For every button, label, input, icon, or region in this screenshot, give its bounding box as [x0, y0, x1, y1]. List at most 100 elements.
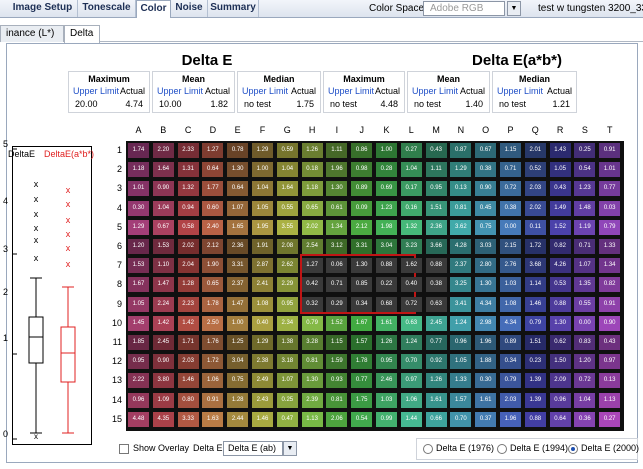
grid-cell[interactable]: 3.12 — [326, 239, 348, 254]
grid-cell[interactable]: 2.45 — [425, 315, 447, 331]
grid-cell[interactable]: 1.72 — [202, 354, 224, 370]
grid-cell[interactable]: 1.51 — [524, 335, 546, 350]
grid-cell[interactable]: 0.62 — [549, 335, 571, 350]
grid-cell[interactable]: 1.67 — [351, 315, 373, 331]
chevron-down-icon[interactable]: ▼ — [283, 441, 297, 456]
grid-cell[interactable]: 1.52 — [326, 315, 348, 331]
grid-cell[interactable]: 0.88 — [425, 258, 447, 274]
grid-cell[interactable]: 0.95 — [425, 181, 447, 197]
grid-cell[interactable]: 0.80 — [177, 392, 199, 408]
grid-cell[interactable]: 1.29 — [450, 162, 472, 178]
grid-cell[interactable]: 2.41 — [252, 277, 273, 293]
grid-cell[interactable]: 0.43 — [425, 143, 447, 158]
grid-cell[interactable]: 1.05 — [549, 162, 571, 178]
grid-cell[interactable]: 1.14 — [524, 277, 546, 293]
grid-cell[interactable]: 1.04 — [574, 392, 596, 408]
grid-cell[interactable]: 1.04 — [400, 162, 422, 178]
grid-cell[interactable]: 0.38 — [475, 162, 497, 178]
grid-cell[interactable]: 0.79 — [599, 219, 621, 235]
grid-cell[interactable]: 0.82 — [599, 277, 621, 293]
grid-cell[interactable]: 0.95 — [376, 354, 397, 370]
grid-cell[interactable]: 1.05 — [450, 354, 472, 370]
grid-cell[interactable]: 1.63 — [202, 411, 224, 427]
grid-cell[interactable]: 1.28 — [227, 392, 249, 408]
grid-cell[interactable]: 2.40 — [202, 219, 224, 235]
grid-cell[interactable]: 3.23 — [400, 239, 422, 254]
grid-cell[interactable]: 1.04 — [152, 200, 174, 216]
radio-0[interactable] — [423, 444, 433, 454]
grid-cell[interactable]: 1.15 — [500, 143, 521, 158]
grid-cell[interactable]: 0.91 — [599, 296, 621, 312]
grid-cell[interactable]: 3.03 — [475, 239, 497, 254]
grid-cell[interactable]: 1.53 — [152, 239, 174, 254]
grid-cell[interactable]: 1.05 — [252, 200, 273, 216]
grid-cell[interactable]: 1.26 — [425, 373, 447, 389]
grid-cell[interactable]: 0.61 — [326, 200, 348, 216]
grid-cell[interactable]: 1.64 — [276, 181, 298, 197]
grid-cell[interactable]: 1.19 — [574, 219, 596, 235]
grid-cell[interactable]: 0.88 — [549, 296, 571, 312]
grid-cell[interactable]: 0.97 — [400, 373, 422, 389]
grid-cell[interactable]: 4.48 — [128, 411, 149, 427]
grid-cell[interactable]: 2.09 — [549, 373, 571, 389]
grid-cell[interactable]: 0.86 — [351, 143, 373, 158]
grid-cell[interactable]: 1.30 — [351, 258, 373, 274]
grid-cell[interactable]: 0.71 — [326, 277, 348, 293]
grid-cell[interactable]: 1.61 — [376, 315, 397, 331]
grid-cell[interactable]: 1.01 — [599, 162, 621, 178]
grid-cell[interactable]: 0.97 — [599, 354, 621, 370]
grid-cell[interactable]: 1.96 — [475, 335, 497, 350]
grid-cell[interactable]: 1.25 — [227, 335, 249, 350]
grid-cell[interactable]: 1.96 — [326, 162, 348, 178]
grid-cell[interactable]: 0.03 — [599, 200, 621, 216]
grid-cell[interactable]: 2.20 — [152, 143, 174, 158]
grid-cell[interactable]: 1.33 — [450, 373, 472, 389]
grid-cell[interactable]: 1.74 — [128, 143, 149, 158]
grid-cell[interactable]: 1.39 — [524, 392, 546, 408]
radio-1[interactable] — [497, 444, 507, 454]
grid-cell[interactable]: 3.31 — [351, 239, 373, 254]
grid-cell[interactable]: 0.85 — [351, 277, 373, 293]
grid-cell[interactable]: 1.06 — [202, 373, 224, 389]
grid-cell[interactable]: 1.28 — [177, 277, 199, 293]
grid-cell[interactable]: 0.91 — [202, 392, 224, 408]
grid-cell[interactable]: 0.82 — [549, 239, 571, 254]
grid-cell[interactable]: 1.96 — [500, 411, 521, 427]
grid-cell[interactable]: 1.46 — [524, 296, 546, 312]
grid-cell[interactable]: 0.90 — [475, 181, 497, 197]
grid-cell[interactable]: 1.75 — [351, 392, 373, 408]
grid-cell[interactable]: 1.10 — [152, 258, 174, 274]
grid-cell[interactable]: 1.09 — [152, 392, 174, 408]
grid-cell[interactable]: 2.02 — [524, 200, 546, 216]
grid-cell[interactable]: 1.51 — [425, 200, 447, 216]
grid-cell[interactable]: 1.01 — [128, 181, 149, 197]
grid-cell[interactable]: 2.22 — [128, 373, 149, 389]
grid-cell[interactable]: 3.68 — [524, 258, 546, 274]
subtab-0[interactable]: inance (L*) — [0, 25, 64, 42]
show-overlay-checkbox[interactable] — [119, 444, 129, 454]
grid-cell[interactable]: 1.43 — [549, 143, 571, 158]
grid-cell[interactable]: 3.66 — [425, 239, 447, 254]
grid-cell[interactable]: 0.28 — [376, 162, 397, 178]
grid-cell[interactable]: 0.70 — [400, 354, 422, 370]
radio-2[interactable] — [568, 444, 578, 454]
grid-cell[interactable]: 1.08 — [500, 296, 521, 312]
grid-cell[interactable]: 2.54 — [301, 239, 323, 254]
grid-cell[interactable]: 0.69 — [376, 181, 397, 197]
grid-cell[interactable]: 2.01 — [524, 143, 546, 158]
grid-cell[interactable]: 1.88 — [475, 354, 497, 370]
grid-cell[interactable]: 0.79 — [524, 315, 546, 331]
grid-cell[interactable]: 0.96 — [450, 335, 472, 350]
grid-cell[interactable]: 1.46 — [252, 411, 273, 427]
grid-cell[interactable]: 1.30 — [475, 277, 497, 293]
grid-cell[interactable]: 3.80 — [152, 373, 174, 389]
grid-cell[interactable]: 0.13 — [450, 181, 472, 197]
grid-cell[interactable]: 0.79 — [500, 373, 521, 389]
grid-cell[interactable]: 1.27 — [301, 258, 323, 274]
grid-cell[interactable]: 2.02 — [301, 219, 323, 235]
subtab-1[interactable]: Delta E — [64, 25, 100, 55]
grid-cell[interactable]: 1.50 — [549, 354, 571, 370]
grid-cell[interactable]: 0.79 — [301, 315, 323, 331]
color-space-select[interactable]: Adobe RGB — [423, 1, 505, 16]
grid-cell[interactable]: 0.13 — [599, 373, 621, 389]
